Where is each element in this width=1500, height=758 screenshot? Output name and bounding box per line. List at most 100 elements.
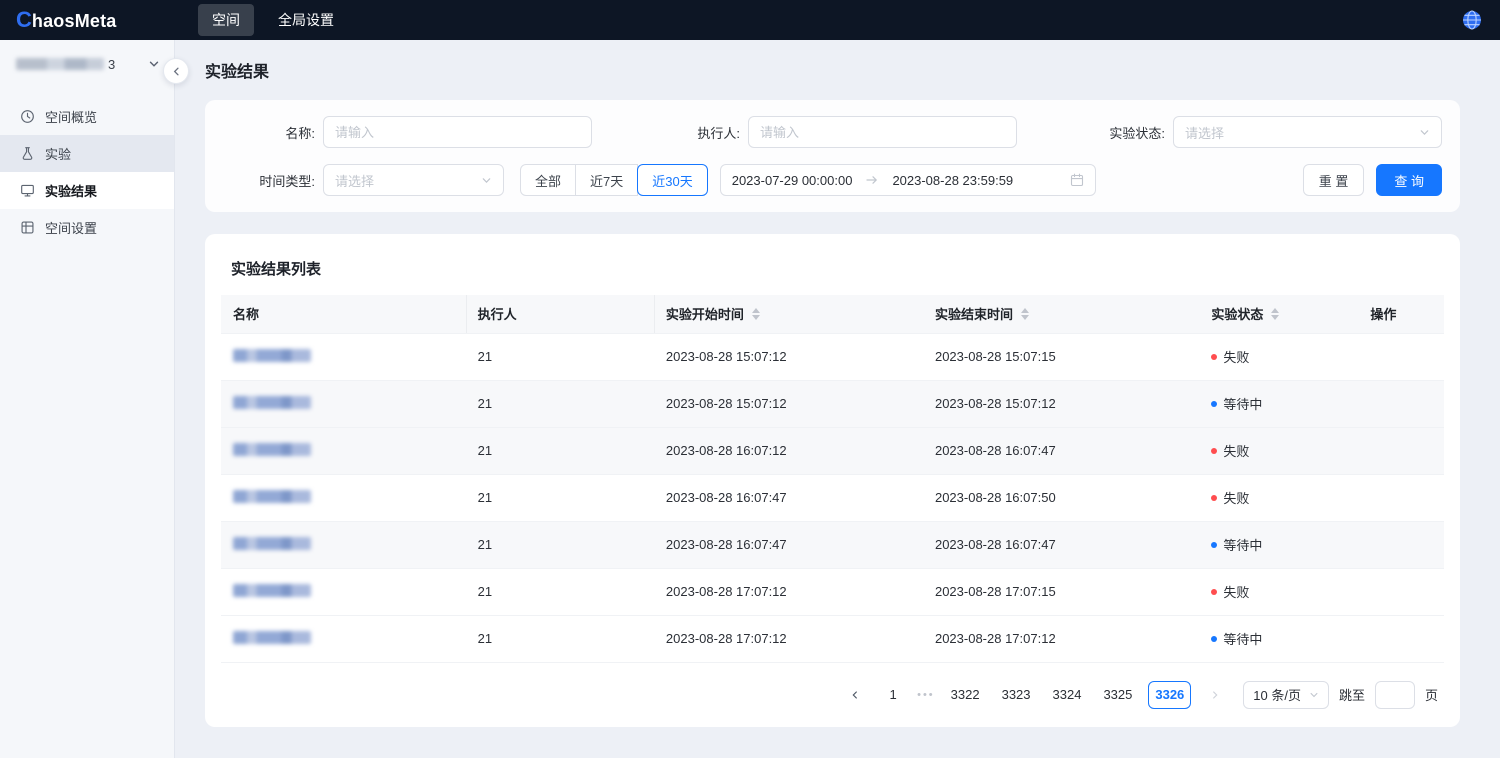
row-actions — [1358, 333, 1444, 380]
page-number-3323[interactable]: 3323 — [996, 681, 1037, 709]
table-row: 21 2023-08-28 16:07:47 2023-08-28 16:07:… — [221, 474, 1444, 521]
chevron-left-icon — [171, 66, 182, 77]
sidebar-collapse-button[interactable] — [163, 58, 189, 84]
col-actions: 操作 — [1358, 295, 1444, 333]
sidebar-menu: 空间概览 实验 实验结果 — [0, 98, 174, 246]
table-row: 21 2023-08-28 17:07:12 2023-08-28 17:07:… — [221, 615, 1444, 662]
sidebar-item-overview[interactable]: 空间概览 — [0, 98, 174, 135]
sort-icon[interactable] — [1021, 308, 1029, 320]
quick-range-group: 全部 近7天 近30天 — [520, 164, 708, 196]
results-card-title: 实验结果列表 — [231, 258, 1434, 279]
sidebar-item-experiment-results[interactable]: 实验结果 — [0, 172, 174, 209]
name-filter-field: 名称: — [223, 116, 592, 148]
filter-card: 名称: 执行人: 实验状态: 请选择 — [205, 100, 1460, 212]
experiment-name-link-blurred[interactable] — [233, 443, 311, 456]
sidebar-item-label: 实验结果 — [45, 181, 97, 200]
executor-filter-input[interactable] — [748, 116, 1017, 148]
experiment-name-link-blurred[interactable] — [233, 537, 311, 550]
prev-page-button[interactable] — [841, 681, 869, 709]
chaosmeta-logo[interactable]: ChaosMeta — [16, 7, 176, 33]
page-number-3322[interactable]: 3322 — [945, 681, 986, 709]
col-start-time[interactable]: 实验开始时间 — [654, 295, 923, 333]
main-content: 实验结果 名称: 执行人: 实验状态: 请选择 — [175, 40, 1500, 758]
table-row: 21 2023-08-28 16:07:47 2023-08-28 16:07:… — [221, 521, 1444, 568]
status-badge: 等待中 — [1223, 394, 1262, 413]
app-root: ChaosMeta 空间 全局设置 3 — [0, 0, 1500, 758]
workspace-selector[interactable]: 3 — [0, 40, 174, 88]
col-status[interactable]: 实验状态 — [1199, 295, 1358, 333]
status-dot — [1211, 589, 1217, 595]
experiment-name-link-blurred[interactable] — [233, 490, 311, 503]
experiment-name-link-blurred[interactable] — [233, 631, 311, 644]
tab-global-settings[interactable]: 全局设置 — [264, 4, 348, 36]
page-unit-label: 页 — [1425, 685, 1438, 704]
row-actions — [1358, 380, 1444, 427]
experiment-name-link-blurred[interactable] — [233, 584, 311, 597]
status-badge: 失败 — [1223, 347, 1249, 366]
status-filter-label: 实验状态: — [1073, 123, 1165, 142]
page-size-value: 10 条/页 — [1253, 685, 1301, 704]
sidebar: 3 空间概览 实验 — [0, 40, 175, 758]
status-filter-field: 实验状态: 请选择 — [1073, 116, 1442, 148]
sidebar-item-label: 空间概览 — [45, 107, 97, 126]
language-globe-button[interactable] — [1460, 8, 1484, 32]
pagination-ellipsis[interactable]: ••• — [917, 689, 935, 701]
sort-icon[interactable] — [752, 308, 760, 320]
status-badge: 失败 — [1223, 441, 1249, 460]
sidebar-item-experiment[interactable]: 实验 — [0, 135, 174, 172]
status-badge: 失败 — [1223, 488, 1249, 507]
chevron-right-icon — [1210, 690, 1220, 700]
page-number-3325[interactable]: 3325 — [1097, 681, 1138, 709]
row-actions — [1358, 474, 1444, 521]
row-actions — [1358, 521, 1444, 568]
sort-icon[interactable] — [1271, 308, 1279, 320]
page-number-3326-current[interactable]: 3326 — [1148, 681, 1191, 709]
range-all-button[interactable]: 全部 — [520, 164, 576, 196]
row-actions — [1358, 615, 1444, 662]
sidebar-item-space-settings[interactable]: 空间设置 — [0, 209, 174, 246]
time-type-select[interactable]: 请选择 — [323, 164, 504, 196]
status-dot — [1211, 495, 1217, 501]
col-end-time[interactable]: 实验结束时间 — [923, 295, 1199, 333]
status-dot — [1211, 542, 1217, 548]
arrow-right-icon — [866, 175, 878, 185]
reset-button[interactable]: 重 置 — [1303, 164, 1365, 196]
experiment-name-link-blurred[interactable] — [233, 349, 311, 362]
logo-c-mark: C — [16, 7, 32, 33]
status-dot — [1211, 354, 1217, 360]
body-wrap: 3 空间概览 实验 — [0, 40, 1500, 758]
settings-icon — [20, 220, 35, 235]
range-30days-button[interactable]: 近30天 — [637, 164, 707, 196]
sidebar-item-label: 空间设置 — [45, 218, 97, 237]
status-select-placeholder: 请选择 — [1185, 123, 1419, 142]
pagination: 1 ••• 3322 3323 3324 3325 3326 10 条/页 — [227, 681, 1438, 709]
results-card: 实验结果列表 名称 执行人 实验开始时间 — [205, 234, 1460, 727]
status-dot — [1211, 448, 1217, 454]
logo-text: haosMeta — [32, 11, 117, 32]
status-filter-select[interactable]: 请选择 — [1173, 116, 1442, 148]
monitor-icon — [20, 183, 35, 198]
status-dot — [1211, 401, 1217, 407]
time-type-label: 时间类型: — [223, 171, 315, 190]
jump-page-input[interactable] — [1375, 681, 1415, 709]
table-row: 21 2023-08-28 16:07:12 2023-08-28 16:07:… — [221, 427, 1444, 474]
status-dot — [1211, 636, 1217, 642]
range-7days-button[interactable]: 近7天 — [575, 164, 638, 196]
page-number-3324[interactable]: 3324 — [1047, 681, 1088, 709]
experiment-name-link-blurred[interactable] — [233, 396, 311, 409]
overview-icon — [20, 109, 35, 124]
name-filter-input[interactable] — [323, 116, 592, 148]
table-header-row: 名称 执行人 实验开始时间 实验结束时间 — [221, 295, 1444, 333]
jump-to-label: 跳至 — [1339, 685, 1365, 704]
search-button[interactable]: 查 询 — [1376, 164, 1442, 196]
tab-space[interactable]: 空间 — [198, 4, 254, 36]
page-size-select[interactable]: 10 条/页 — [1243, 681, 1329, 709]
top-nav: 空间 全局设置 — [198, 4, 348, 36]
date-range-picker[interactable]: 2023-07-29 00:00:00 2023-08-28 23:59:59 — [720, 164, 1096, 196]
chevron-down-icon — [481, 175, 492, 186]
next-page-button[interactable] — [1201, 681, 1229, 709]
executor-filter-field: 执行人: — [648, 116, 1017, 148]
calendar-icon — [1070, 173, 1084, 187]
page-number-1[interactable]: 1 — [879, 681, 907, 709]
table-row: 21 2023-08-28 15:07:12 2023-08-28 15:07:… — [221, 333, 1444, 380]
